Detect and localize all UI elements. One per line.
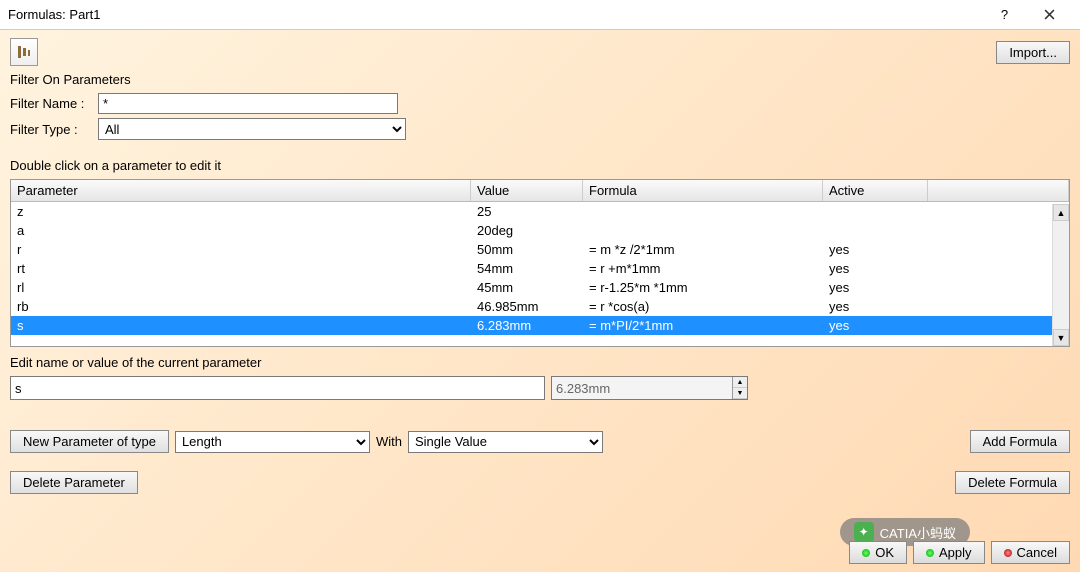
cell-formula: = r *cos(a): [583, 297, 823, 316]
table-row[interactable]: rl45mm= r-1.25*m *1mmyes: [11, 278, 1069, 297]
cell-value: 45mm: [471, 278, 583, 297]
filter-group-label: Filter On Parameters: [10, 72, 1070, 87]
cell-param: a: [11, 221, 471, 240]
cell-param: rt: [11, 259, 471, 278]
cell-formula: = r +m*1mm: [583, 259, 823, 278]
table-row[interactable]: rt54mm= r +m*1mmyes: [11, 259, 1069, 278]
help-button[interactable]: ?: [982, 1, 1027, 29]
cancel-button[interactable]: Cancel: [991, 541, 1070, 564]
edit-name-input[interactable]: [10, 376, 545, 400]
led-green-icon: [862, 549, 870, 557]
filter-name-label: Filter Name :: [10, 96, 98, 111]
cell-active: [823, 221, 928, 240]
cell-formula: = m *z /2*1mm: [583, 240, 823, 259]
close-button[interactable]: [1027, 1, 1072, 29]
cell-value: 6.283mm: [471, 316, 583, 335]
import-button[interactable]: Import...: [996, 41, 1070, 64]
parameter-table: Parameter Value Formula Active z25a20deg…: [10, 179, 1070, 347]
cell-param: rb: [11, 297, 471, 316]
table-row[interactable]: z25: [11, 202, 1069, 221]
table-hint: Double click on a parameter to edit it: [10, 158, 1070, 173]
cell-formula: [583, 202, 823, 221]
cell-value: 46.985mm: [471, 297, 583, 316]
filter-type-select[interactable]: All: [98, 118, 406, 140]
col-header-formula[interactable]: Formula: [583, 180, 823, 201]
cell-active: yes: [823, 297, 928, 316]
dialog-button-bar: OK Apply Cancel: [849, 541, 1070, 564]
table-row[interactable]: r50mm= m *z /2*1mmyes: [11, 240, 1069, 259]
cell-active: yes: [823, 278, 928, 297]
new-parameter-button[interactable]: New Parameter of type: [10, 430, 169, 453]
cell-active: yes: [823, 240, 928, 259]
edit-label: Edit name or value of the current parame…: [10, 355, 1070, 370]
scroll-up-icon[interactable]: ▲: [1053, 204, 1069, 221]
col-header-parameter[interactable]: Parameter: [11, 180, 471, 201]
filter-name-input[interactable]: [98, 93, 398, 114]
edit-value-input[interactable]: [552, 377, 732, 399]
filter-type-label: Filter Type :: [10, 122, 98, 137]
cell-param: s: [11, 316, 471, 335]
spin-down-icon[interactable]: ▼: [733, 388, 747, 399]
table-row[interactable]: s6.283mm= m*PI/2*1mmyes: [11, 316, 1069, 335]
delete-parameter-button[interactable]: Delete Parameter: [10, 471, 138, 494]
apply-button[interactable]: Apply: [913, 541, 985, 564]
cell-active: yes: [823, 316, 928, 335]
col-header-value[interactable]: Value: [471, 180, 583, 201]
led-green-icon: [926, 549, 934, 557]
col-header-spacer: [928, 180, 1069, 201]
wechat-icon: ✦: [854, 522, 874, 542]
led-red-icon: [1004, 549, 1012, 557]
ok-button[interactable]: OK: [849, 541, 907, 564]
vertical-scrollbar[interactable]: ▲ ▼: [1052, 204, 1069, 346]
cell-value: 54mm: [471, 259, 583, 278]
cell-formula: = m*PI/2*1mm: [583, 316, 823, 335]
with-label: With: [376, 434, 402, 449]
add-formula-button[interactable]: Add Formula: [970, 430, 1070, 453]
spin-up-icon[interactable]: ▲: [733, 377, 747, 388]
col-header-active[interactable]: Active: [823, 180, 928, 201]
cell-param: rl: [11, 278, 471, 297]
cell-value: 25: [471, 202, 583, 221]
cell-param: r: [11, 240, 471, 259]
close-icon: [1044, 9, 1055, 20]
table-body: z25a20degr50mm= m *z /2*1mmyesrt54mm= r …: [11, 202, 1069, 335]
cell-formula: [583, 221, 823, 240]
cell-param: z: [11, 202, 471, 221]
window-title: Formulas: Part1: [8, 7, 982, 22]
cell-formula: = r-1.25*m *1mm: [583, 278, 823, 297]
title-bar: Formulas: Part1 ?: [0, 0, 1080, 30]
filter-icon: [16, 44, 32, 60]
delete-formula-button[interactable]: Delete Formula: [955, 471, 1070, 494]
cell-active: [823, 202, 928, 221]
cell-value: 20deg: [471, 221, 583, 240]
cell-active: yes: [823, 259, 928, 278]
table-row[interactable]: rb46.985mm= r *cos(a)yes: [11, 297, 1069, 316]
edit-value-spinner[interactable]: ▲ ▼: [551, 376, 748, 400]
table-header-row: Parameter Value Formula Active: [11, 180, 1069, 202]
new-param-type-select[interactable]: Length: [175, 431, 370, 453]
new-param-valuetype-select[interactable]: Single Value: [408, 431, 603, 453]
scroll-down-icon[interactable]: ▼: [1053, 329, 1069, 346]
cell-value: 50mm: [471, 240, 583, 259]
filter-icon-button[interactable]: [10, 38, 38, 66]
table-row[interactable]: a20deg: [11, 221, 1069, 240]
